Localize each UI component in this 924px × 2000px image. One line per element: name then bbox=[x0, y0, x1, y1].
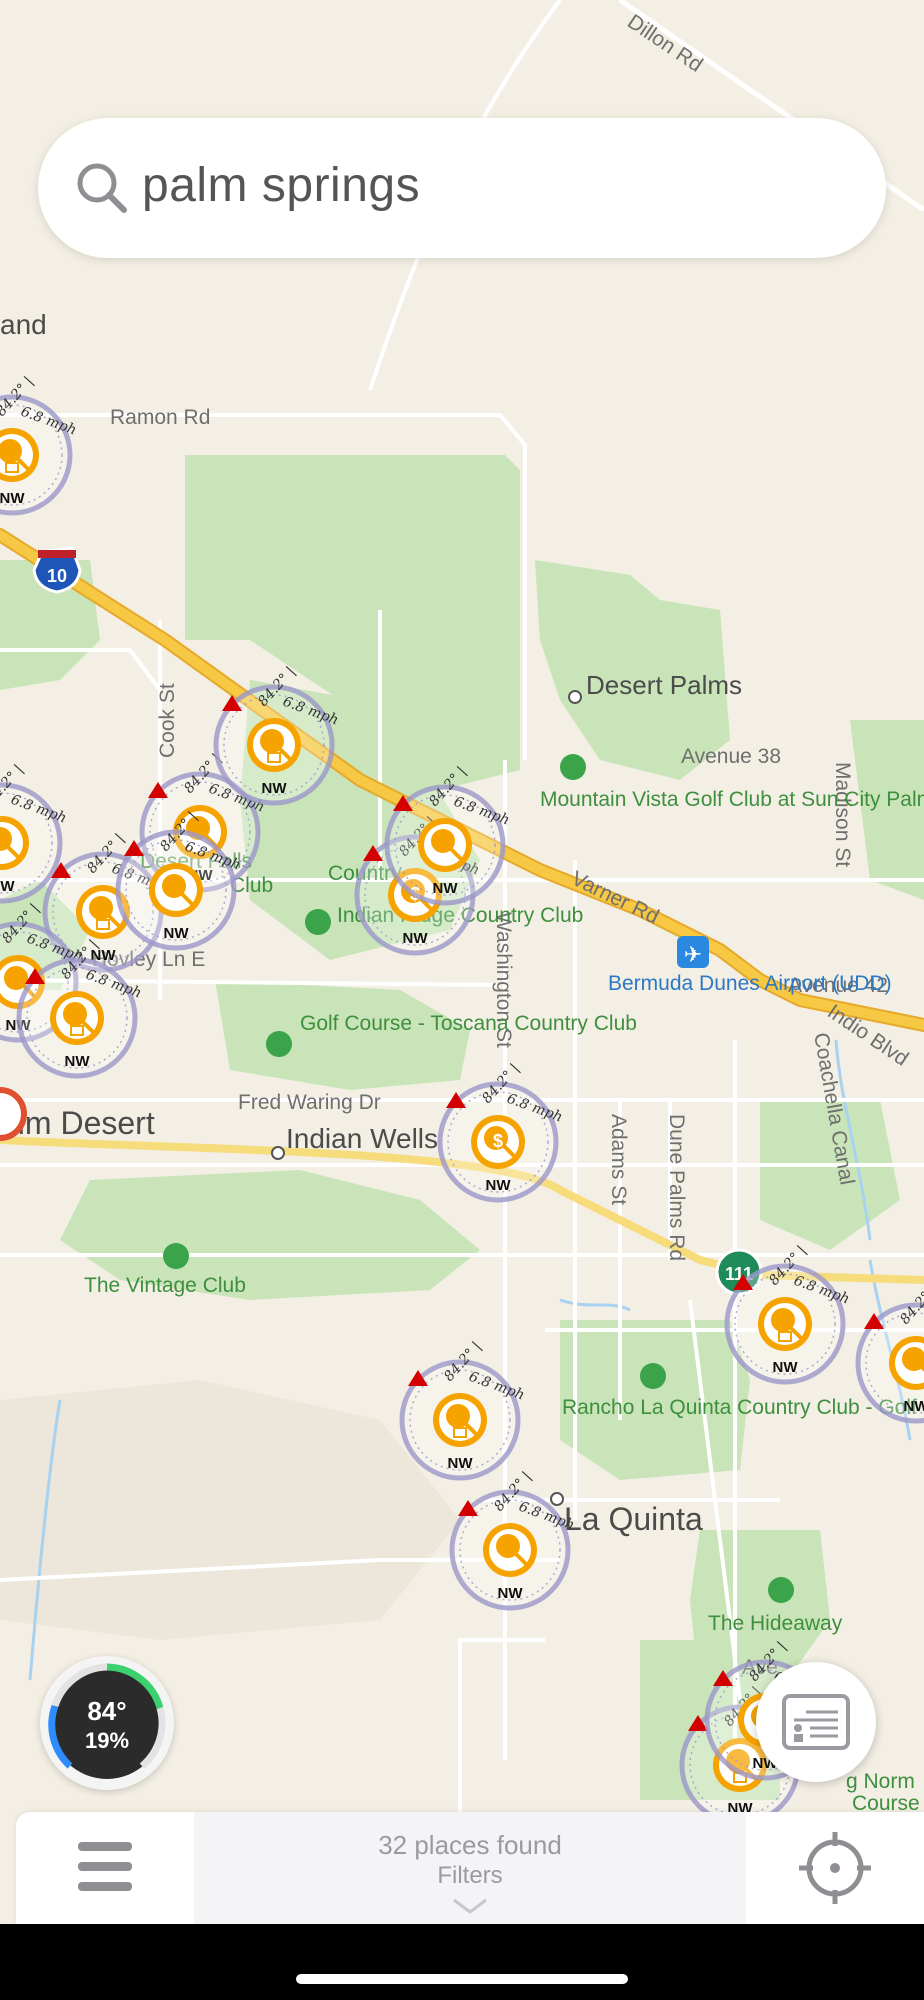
partial-red-marker[interactable] bbox=[0, 1087, 27, 1141]
place-label-vintage-club: The Vintage Club bbox=[84, 1274, 246, 1297]
filters-label[interactable]: Filters bbox=[194, 1862, 746, 1890]
place-label-la-quinta: La Quinta bbox=[564, 1501, 703, 1537]
crosshair-icon bbox=[799, 1832, 871, 1904]
place-label-bermuda-dunes: Bermuda Dunes Airport (UDD) bbox=[608, 972, 892, 995]
weather-temp: 84° bbox=[87, 1696, 127, 1726]
svg-text:10: 10 bbox=[47, 566, 67, 586]
dollar-icon: $ bbox=[493, 1131, 503, 1151]
road-label-ramon: Ramon Rd bbox=[110, 406, 210, 429]
pin-direction-label: NW bbox=[164, 925, 190, 942]
road-label-cook: Cook St bbox=[156, 683, 179, 758]
pin-direction-label: NW bbox=[486, 1177, 512, 1194]
place-label-toscana: Golf Course - Toscana Country Club bbox=[300, 1012, 637, 1035]
search-icon bbox=[77, 163, 127, 213]
pin-direction-label: NW bbox=[0, 878, 15, 895]
road-label-avenue38: Avenue 38 bbox=[681, 745, 781, 768]
search-input[interactable]: palm springs bbox=[142, 158, 420, 213]
weather-humidity: 19% bbox=[84, 1728, 130, 1753]
road-label-fredwaring: Fred Waring Dr bbox=[238, 1091, 381, 1114]
pin-direction-label: NW bbox=[448, 1455, 474, 1472]
pin-direction-label: NW bbox=[498, 1585, 524, 1602]
road-label-adams: Adams St bbox=[607, 1114, 630, 1205]
pin-direction-label: NW bbox=[65, 1053, 91, 1070]
place-label-mountain-vista: Mountain Vista Golf Club at Sun City Pal… bbox=[540, 788, 924, 811]
pin-direction-label: NW bbox=[403, 930, 429, 947]
list-view-button[interactable] bbox=[756, 1662, 876, 1782]
chevron-down-icon bbox=[453, 1898, 487, 1914]
weather-widget[interactable]: 84° 19% bbox=[40, 1656, 174, 1790]
pin-direction-label: NW bbox=[0, 490, 25, 507]
home-indicator[interactable] bbox=[296, 1974, 628, 1984]
place-label-and: and bbox=[0, 309, 47, 340]
svg-text:✈: ✈ bbox=[684, 942, 702, 967]
locate-me-button[interactable] bbox=[746, 1812, 924, 1924]
airport-icon: ✈ bbox=[677, 936, 709, 968]
pin-direction-label: NW bbox=[262, 780, 288, 797]
places-count: 32 places found bbox=[378, 1830, 562, 1860]
road-label-dunepalms: Dune Palms Rd bbox=[665, 1114, 688, 1261]
menu-button[interactable] bbox=[16, 1812, 194, 1924]
search-bar[interactable]: palm springs bbox=[38, 118, 886, 258]
place-label-desert-palms: Desert Palms bbox=[586, 670, 742, 700]
bottom-bar: 32 places found Filters bbox=[16, 1812, 924, 1924]
pin-direction-label: NW bbox=[433, 880, 459, 897]
road-label-madison: Madison St bbox=[831, 762, 854, 867]
home-indicator-area bbox=[0, 1924, 924, 2000]
list-icon bbox=[782, 1694, 850, 1750]
place-label-indian-wells: Indian Wells bbox=[286, 1123, 438, 1154]
pin-direction-label: NW bbox=[773, 1359, 799, 1376]
hamburger-icon bbox=[78, 1842, 132, 1891]
place-label-hideaway: The Hideaway bbox=[708, 1612, 843, 1635]
pin-direction-label: NW bbox=[904, 1398, 924, 1415]
filters-panel[interactable]: 32 places found Filters bbox=[194, 1812, 746, 1924]
i10-shield: 10 bbox=[32, 546, 82, 594]
